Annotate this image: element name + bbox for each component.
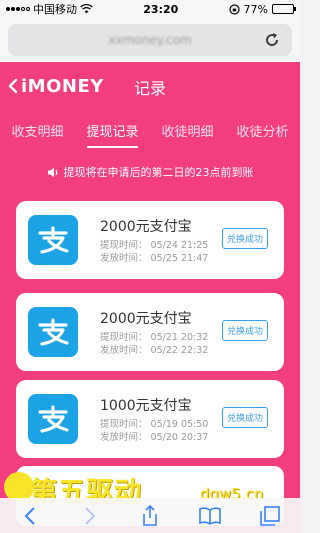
chevron-left-icon bbox=[8, 78, 18, 94]
brand-logo: iMONEY bbox=[21, 75, 104, 97]
apply-time: 05/21 20:32 bbox=[150, 331, 209, 343]
tab-withdraw-records[interactable]: 提现记录 bbox=[75, 110, 150, 150]
tabs-icon bbox=[260, 505, 280, 526]
payout-time-label: 发放时间： bbox=[100, 252, 148, 264]
apply-time: 05/24 21:25 bbox=[150, 239, 209, 251]
status-badge: 兑换成功 bbox=[221, 407, 268, 428]
apply-time-label: 提现时间： bbox=[100, 239, 148, 251]
bookmarks-button[interactable] bbox=[198, 504, 222, 528]
book-icon bbox=[199, 506, 221, 525]
carrier-label: 中国移动 bbox=[33, 3, 77, 16]
notice-bar: 提现将在申请后的第二日的23点前到账 bbox=[0, 150, 300, 190]
alipay-logo bbox=[28, 215, 78, 265]
alipay-logo bbox=[28, 394, 78, 444]
forward-nav-button[interactable] bbox=[78, 504, 102, 528]
payout-time: 05/25 21:47 bbox=[150, 252, 209, 264]
wifi-icon bbox=[80, 4, 93, 14]
app-header: iMONEY 记录 bbox=[0, 62, 300, 110]
tab-bar: 收支明细 提现记录 收徒明细 收徒分析 bbox=[0, 110, 300, 150]
status-bar: 中国移动 23:20 77% bbox=[0, 0, 300, 18]
battery-icon bbox=[272, 4, 296, 14]
record-card[interactable]: 1000元支付宝 提现时间： 05/19 05:50 发放时间： 05/20 2… bbox=[16, 380, 284, 458]
status-badge: 兑换成功 bbox=[221, 320, 268, 341]
status-badge: 兑换成功 bbox=[221, 228, 268, 249]
share-icon bbox=[143, 504, 157, 526]
reload-icon[interactable] bbox=[262, 30, 282, 50]
payout-time-label: 发放时间： bbox=[100, 431, 148, 443]
orientation-lock-icon bbox=[228, 3, 240, 15]
signal-icon bbox=[6, 7, 30, 11]
payout-time: 05/22 22:32 bbox=[150, 344, 209, 356]
apply-time: 05/19 05:50 bbox=[150, 418, 209, 430]
browser-toolbar bbox=[0, 498, 300, 533]
back-nav-button[interactable] bbox=[18, 504, 42, 528]
notice-text: 提现将在申请后的第二日的23点前到账 bbox=[63, 166, 254, 179]
chevron-right-icon bbox=[85, 506, 96, 525]
battery-percent: 77% bbox=[243, 2, 268, 16]
address-bar[interactable]: xxmoney.com bbox=[8, 24, 292, 56]
tab-apprentice-details[interactable]: 收徒明细 bbox=[150, 110, 225, 150]
record-card[interactable]: 2000元支付宝 提现时间： 05/21 20:32 发放时间： 05/22 2… bbox=[16, 293, 284, 371]
apply-time-label: 提现时间： bbox=[100, 331, 148, 343]
alipay-logo bbox=[28, 307, 78, 357]
tab-income-expense[interactable]: 收支明细 bbox=[0, 110, 75, 150]
share-button[interactable] bbox=[138, 504, 162, 528]
apply-time-label: 提现时间： bbox=[100, 418, 148, 430]
clock: 23:20 bbox=[143, 2, 179, 16]
tabs-button[interactable] bbox=[258, 504, 282, 528]
payout-time-label: 发放时间： bbox=[100, 344, 148, 356]
chevron-left-icon bbox=[24, 506, 35, 525]
browser-bar: xxmoney.com bbox=[0, 18, 300, 62]
payout-time: 05/20 20:37 bbox=[150, 431, 209, 443]
speaker-icon bbox=[47, 167, 57, 177]
back-button[interactable]: iMONEY bbox=[0, 76, 104, 97]
page-title: 记录 bbox=[134, 79, 167, 98]
tab-apprentice-analysis[interactable]: 收徒分析 bbox=[225, 110, 300, 150]
url-text: xxmoney.com bbox=[108, 33, 192, 47]
record-card[interactable]: 2000元支付宝 提现时间： 05/24 21:25 发放时间： 05/25 2… bbox=[16, 201, 284, 279]
